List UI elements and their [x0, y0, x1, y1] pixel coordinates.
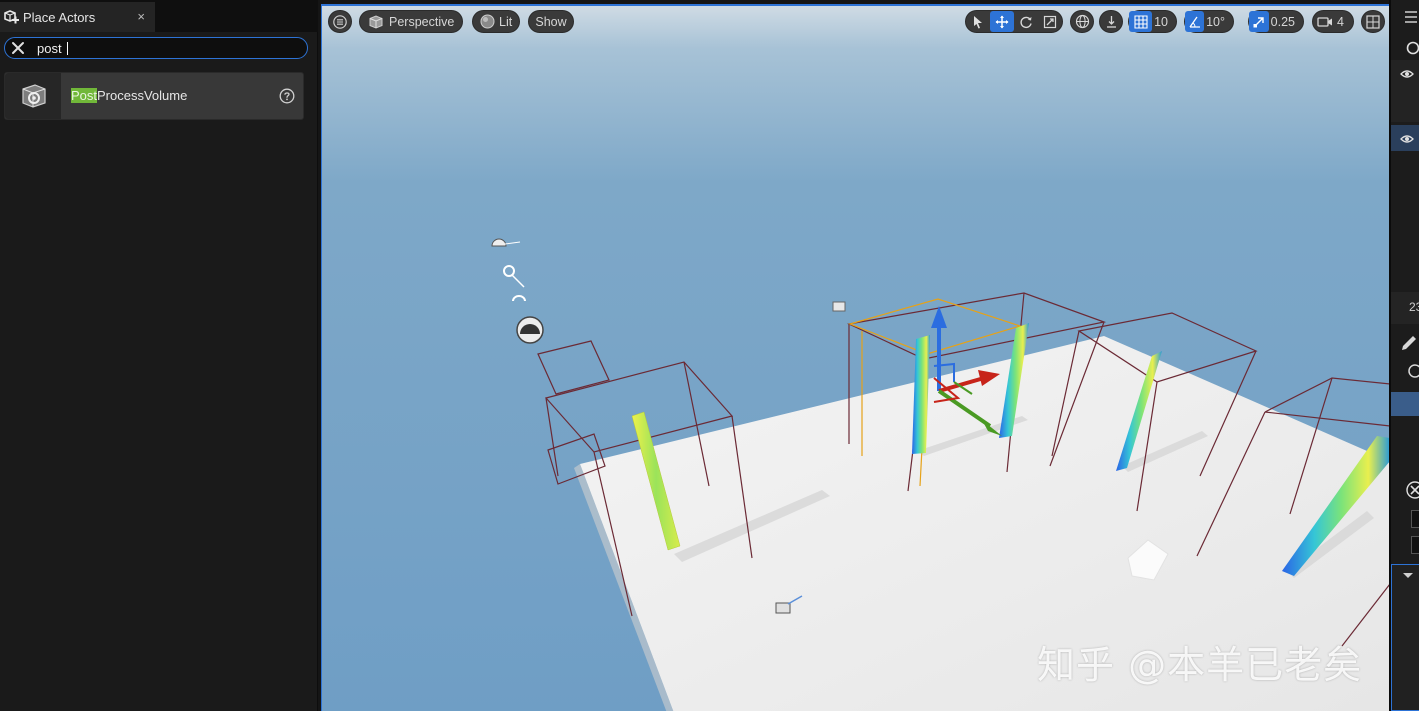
post-process-volume-thumbnail	[5, 73, 61, 119]
watermark: 知乎 @本羊已老矣	[1037, 643, 1363, 687]
tab-close-button[interactable]: ×	[137, 9, 145, 24]
rotation-snap-toggle[interactable]	[1185, 11, 1205, 32]
3d-scene[interactable]	[322, 6, 1389, 711]
rotation-snap-value[interactable]: 10°	[1204, 15, 1233, 29]
scale-icon	[1043, 15, 1057, 28]
lighting-mode-label: Lit	[499, 14, 513, 29]
move-arrows-icon	[995, 15, 1009, 28]
show-flags-button[interactable]: Show	[528, 10, 574, 33]
transform-tools-group	[965, 10, 1063, 33]
post-process-volume-icon	[22, 84, 46, 108]
cursor-icon	[974, 15, 982, 28]
perspective-cube-icon	[369, 14, 383, 29]
surface-snap-icon	[1106, 16, 1116, 28]
viewport-layout-button[interactable]	[1361, 10, 1385, 33]
camera-speed-group: 4	[1312, 10, 1354, 33]
show-label: Show	[535, 14, 567, 29]
scale-snap-icon	[1253, 16, 1264, 27]
list-item[interactable]: PostProcessVolume	[4, 72, 304, 120]
grid-snap-group: 10	[1128, 10, 1177, 33]
search-match-highlight: Post	[71, 88, 98, 103]
search-box[interactable]	[4, 37, 308, 59]
camera-speed-button[interactable]	[1313, 11, 1337, 32]
layout-grid-icon	[1366, 14, 1380, 29]
close-circle-icon[interactable]	[1391, 480, 1419, 500]
search-icon[interactable]	[1391, 38, 1419, 58]
rotate-icon	[1020, 16, 1032, 28]
scale-snap-toggle[interactable]	[1249, 11, 1269, 32]
view-mode-button[interactable]: Perspective	[359, 10, 463, 33]
coordinate-system-button[interactable]	[1070, 10, 1094, 33]
text-caret	[67, 42, 68, 55]
scale-snap-value[interactable]: 0.25	[1269, 15, 1303, 29]
surface-snapping-button[interactable]	[1099, 10, 1123, 33]
component-row-selected[interactable]	[1391, 392, 1419, 416]
level-viewport[interactable]: Perspective Lit Show 10 10° 0.25 4 知乎 @本…	[321, 4, 1389, 711]
rotation-snap-group: 10°	[1184, 10, 1234, 33]
view-mode-label: Perspective	[389, 14, 455, 29]
scale-tool-button[interactable]	[1038, 11, 1062, 32]
checkbox[interactable]	[1411, 510, 1419, 528]
edit-pencil-icon[interactable]	[1391, 332, 1419, 350]
select-tool-button[interactable]	[966, 11, 990, 32]
tab-strip: Place Actors ×	[0, 0, 318, 32]
translate-tool-button[interactable]	[990, 11, 1014, 32]
result-label-rest: ProcessVolume	[97, 88, 188, 103]
place-actors-panel: Place Actors × PostProcessVolume	[0, 0, 318, 711]
search-input[interactable]	[37, 39, 297, 57]
close-icon[interactable]	[11, 41, 25, 55]
chevron-down-icon[interactable]	[1391, 570, 1419, 582]
details-section	[1391, 564, 1419, 711]
globe-icon	[1075, 14, 1089, 29]
viewport-menu-button[interactable]	[328, 10, 352, 33]
visibility-eye-icon[interactable]	[1391, 66, 1419, 82]
hamburger-menu-icon	[333, 14, 347, 29]
grid-snap-toggle[interactable]	[1129, 11, 1153, 32]
lighting-mode-button[interactable]: Lit	[472, 10, 520, 33]
lit-sphere-icon	[480, 14, 495, 29]
camera-actor-icon	[832, 301, 846, 312]
place-actors-icon	[4, 10, 19, 24]
tab-place-actors[interactable]: Place Actors ×	[0, 0, 155, 32]
angle-icon	[1189, 16, 1200, 28]
video-camera-icon	[1317, 16, 1332, 27]
grid-snap-value[interactable]: 10	[1152, 15, 1176, 29]
scale-snap-group: 0.25	[1248, 10, 1304, 33]
component-icon[interactable]	[1391, 362, 1419, 380]
editor-window: Place Actors × PostProcessVolume	[0, 0, 1419, 711]
grid-icon	[1133, 14, 1148, 29]
partial-count: 23	[1409, 300, 1419, 314]
exponential-height-fog-icon	[516, 316, 544, 344]
checkbox-2[interactable]	[1411, 536, 1419, 554]
rotate-tool-button[interactable]	[1014, 11, 1038, 32]
help-icon[interactable]	[279, 88, 295, 104]
outliner-panel-edge: 23	[1389, 0, 1419, 711]
tab-label: Place Actors	[23, 9, 96, 25]
menu-icon[interactable]	[1391, 8, 1419, 28]
result-label: PostProcessVolume	[71, 88, 187, 103]
camera-speed-value[interactable]: 4	[1337, 15, 1352, 29]
visibility-eye-icon-selected[interactable]	[1391, 131, 1419, 147]
